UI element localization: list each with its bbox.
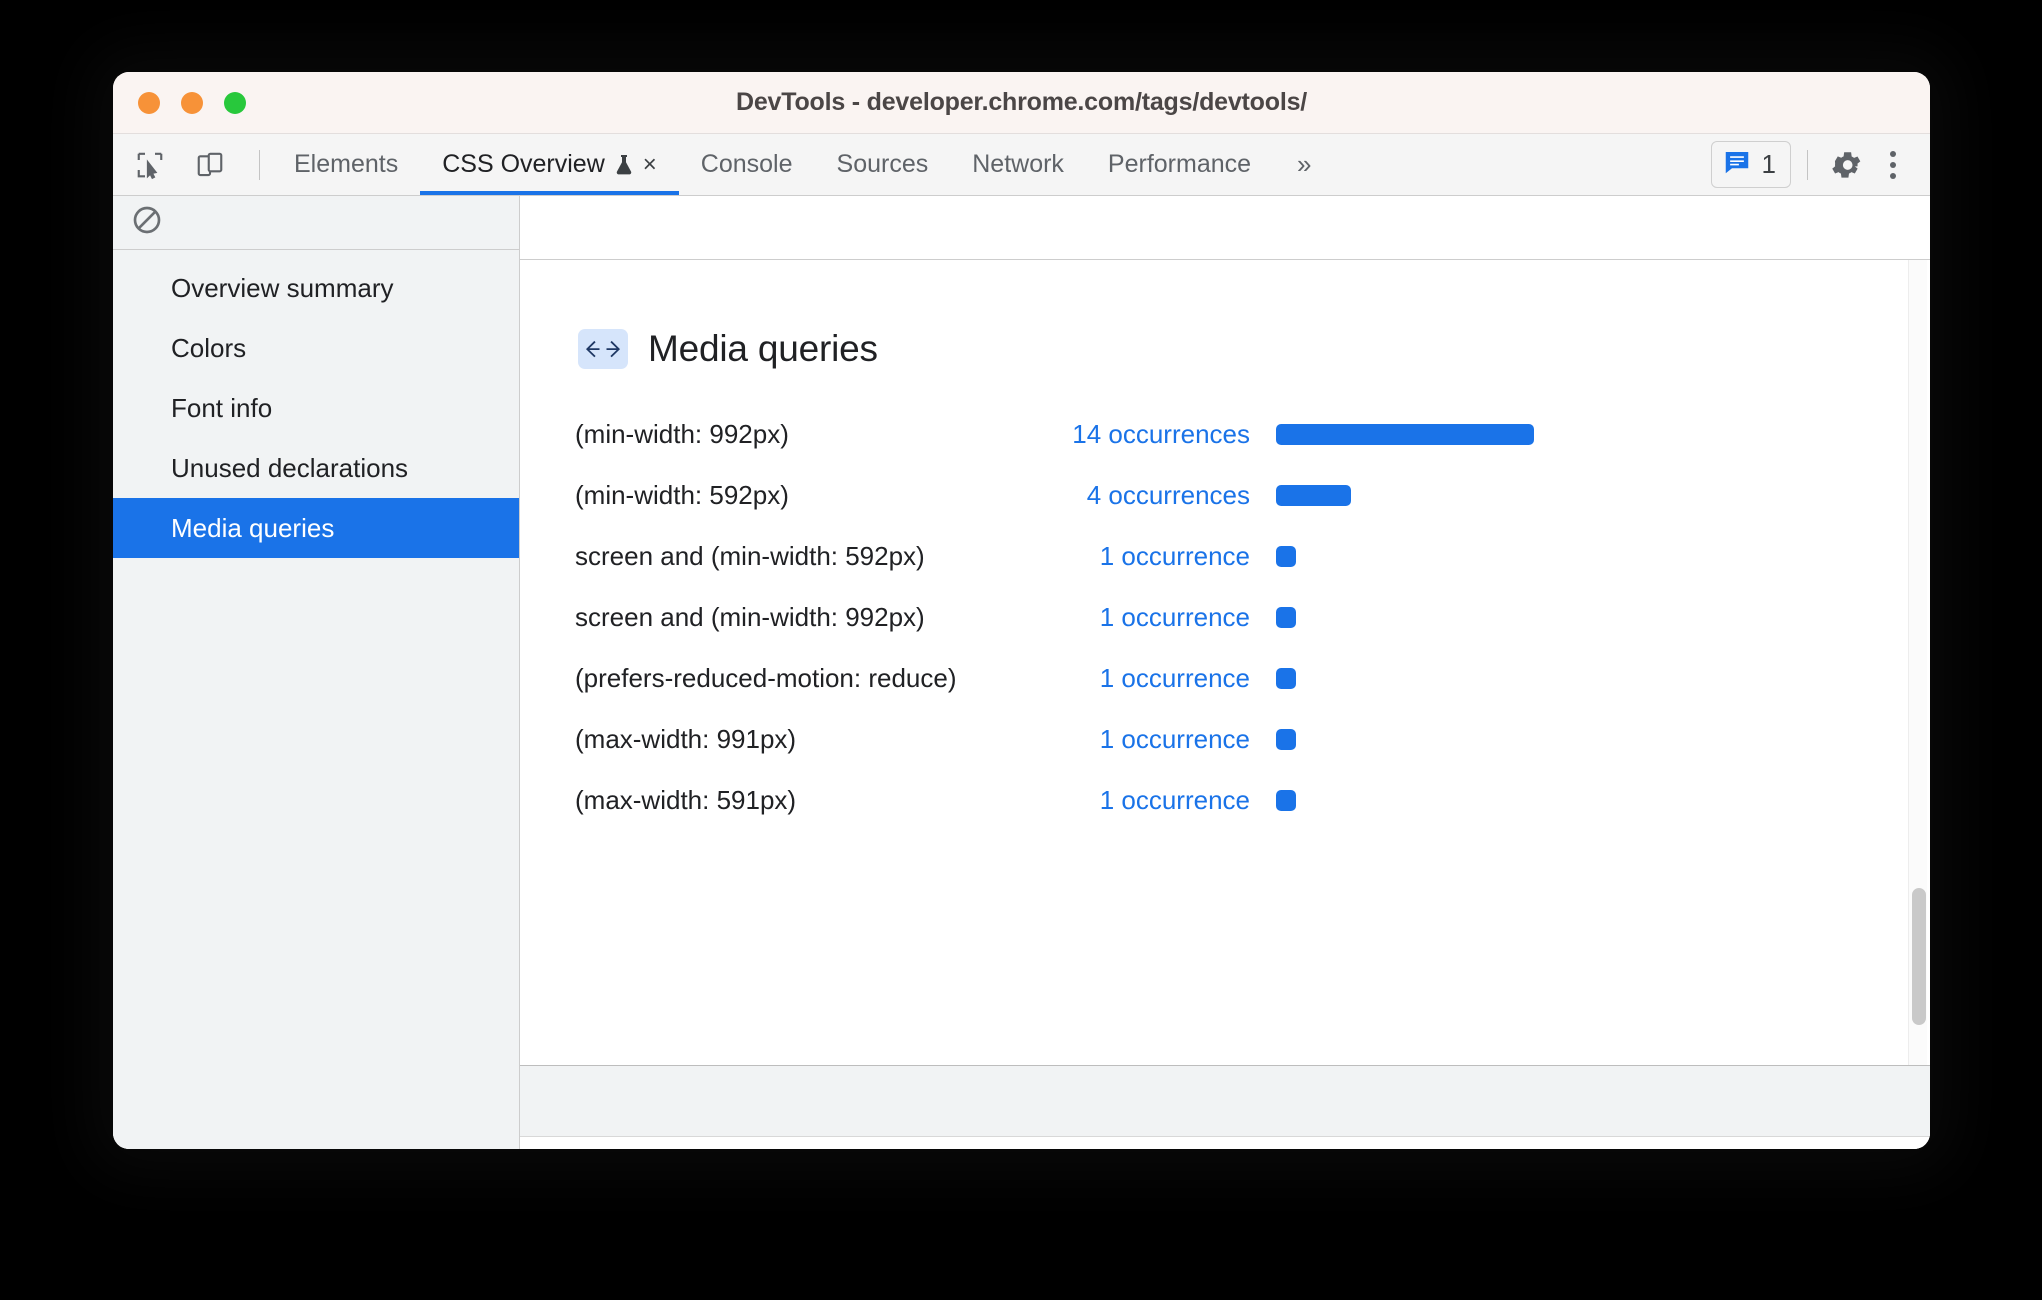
media-query-text: screen and (min-width: 592px) [575, 541, 925, 571]
tab-console[interactable]: Console [679, 134, 815, 195]
clear-overview-icon[interactable] [131, 204, 163, 241]
occurrence-bar-cell [1250, 790, 1296, 811]
tab-performance-label: Performance [1107, 150, 1252, 178]
console-message-count: 1 [1761, 149, 1776, 179]
table-row[interactable]: screen and (min-width: 592px) 1 occurren… [520, 526, 1930, 587]
window-titlebar: DevTools - developer.chrome.com/tags/dev… [113, 72, 1930, 134]
occurrence-bar [1276, 668, 1296, 689]
sidebar-item-overview-summary[interactable]: Overview summary [113, 258, 519, 318]
device-toolbar-icon[interactable] [187, 142, 233, 188]
occurrence-count-link[interactable]: 14 occurrences [1000, 419, 1250, 450]
devtools-window: DevTools - developer.chrome.com/tags/dev… [113, 72, 1930, 1149]
table-row[interactable]: (max-width: 591px) 1 occurrence [520, 770, 1930, 831]
media-query-text: (prefers-reduced-motion: reduce) [575, 663, 957, 693]
occurrence-bar [1276, 607, 1296, 628]
window-title: DevTools - developer.chrome.com/tags/dev… [735, 88, 1308, 116]
scrollbar-thumb[interactable] [1912, 888, 1926, 1025]
media-queries-scroll-area[interactable]: Media queries (min-width: 992px) 14 occu… [520, 260, 1930, 1065]
css-overview-content: Media queries (min-width: 992px) 14 occu… [520, 196, 1930, 1149]
occurrence-count-link[interactable]: 1 occurrence [1000, 602, 1250, 633]
media-query-text: (max-width: 591px) [575, 785, 797, 815]
sidebar-item-label: Font info [171, 392, 273, 423]
gear-icon[interactable] [1824, 142, 1870, 188]
tab-css-overview[interactable]: CSS Overview × [420, 134, 679, 195]
drawer-bottom-strip [520, 1137, 1930, 1149]
tabbar-right-tools: 1 [1710, 134, 1930, 195]
tab-css-overview-label: CSS Overview [442, 150, 605, 178]
panel-tabs: Elements CSS Overview × Console Sources [272, 134, 1273, 195]
tab-console-label: Console [700, 150, 793, 178]
sidebar-item-label: Media queries [171, 512, 335, 543]
occurrence-bar-cell [1250, 607, 1296, 628]
media-query-text: (min-width: 592px) [575, 480, 789, 510]
occurrence-bar-cell [1250, 668, 1296, 689]
vertical-scrollbar[interactable] [1908, 260, 1927, 1065]
sidebar-item-label: Colors [171, 332, 247, 363]
devtools-body: Overview summary Colors Font info Unused… [113, 196, 1930, 1149]
occurrence-count-link[interactable]: 1 occurrence [1000, 785, 1250, 816]
occurrence-bar [1276, 546, 1296, 567]
table-row[interactable]: screen and (min-width: 992px) 1 occurren… [520, 587, 1930, 648]
left-right-arrow-icon [578, 329, 628, 369]
dot-3 [1890, 172, 1896, 179]
tab-network[interactable]: Network [950, 134, 1086, 195]
console-message-icon [1722, 147, 1752, 182]
tab-sources[interactable]: Sources [815, 134, 951, 195]
occurrence-count-link[interactable]: 1 occurrence [1000, 541, 1250, 572]
occurrence-bar-cell [1250, 546, 1296, 567]
more-tabs-icon[interactable]: » [1273, 134, 1335, 195]
occurrence-count-link[interactable]: 1 occurrence [1000, 663, 1250, 694]
tab-elements-label: Elements [294, 150, 399, 178]
sidebar-item-colors[interactable]: Colors [113, 318, 519, 378]
devtools-tabbar: Elements CSS Overview × Console Sources [113, 134, 1930, 196]
table-row[interactable]: (max-width: 991px) 1 occurrence [520, 709, 1930, 770]
sidebar-item-unused-declarations[interactable]: Unused declarations [113, 438, 519, 498]
occurrence-count-link[interactable]: 1 occurrence [1000, 724, 1250, 755]
close-tab-icon[interactable]: × [643, 152, 657, 177]
occurrence-bar-cell [1250, 729, 1296, 750]
drawer-panel [520, 1065, 1930, 1137]
dot-2 [1890, 161, 1896, 168]
inspect-element-icon[interactable] [127, 142, 173, 188]
occurrence-bar [1276, 424, 1534, 445]
sidebar-item-media-queries[interactable]: Media queries [113, 498, 519, 558]
tab-performance[interactable]: Performance [1086, 134, 1273, 195]
tab-elements[interactable]: Elements [272, 134, 420, 195]
toolbar-divider [259, 149, 260, 180]
occurrence-bar [1276, 485, 1351, 506]
experiment-flask-icon [614, 153, 634, 177]
sidebar-item-font-info[interactable]: Font info [113, 378, 519, 438]
table-row[interactable]: (min-width: 592px) 4 occurrences [520, 465, 1930, 526]
content-top-strip [520, 196, 1930, 260]
sidebar-item-label: Overview summary [171, 272, 394, 303]
page-title: Media queries [648, 328, 878, 369]
occurrence-bar [1276, 729, 1296, 750]
dot-1 [1890, 150, 1896, 157]
tabbar-right-divider [1807, 149, 1808, 180]
media-query-text: (max-width: 991px) [575, 724, 797, 754]
table-row[interactable]: (prefers-reduced-motion: reduce) 1 occur… [520, 648, 1930, 709]
sidebar-toolbar [113, 196, 519, 250]
sidebar-item-label: Unused declarations [171, 452, 409, 483]
tab-network-label: Network [972, 150, 1064, 178]
screen-root: DevTools - developer.chrome.com/tags/dev… [0, 0, 2042, 1300]
panel-header: Media queries [520, 260, 1930, 370]
table-row[interactable]: (min-width: 992px) 14 occurrences [520, 404, 1930, 465]
occurrence-count-link[interactable]: 4 occurrences [1000, 480, 1250, 511]
media-queries-list: (min-width: 992px) 14 occurrences (min-w… [520, 370, 1930, 831]
tab-sources-label: Sources [836, 150, 929, 178]
console-messages-button[interactable]: 1 [1710, 141, 1791, 188]
media-query-text: screen and (min-width: 992px) [575, 602, 925, 632]
more-options-icon[interactable] [1874, 141, 1912, 189]
occurrence-bar-cell [1250, 424, 1534, 445]
occurrence-bar-cell [1250, 485, 1351, 506]
tabbar-left-tools [113, 134, 272, 195]
media-query-text: (min-width: 992px) [575, 419, 789, 449]
occurrence-bar [1276, 790, 1296, 811]
css-overview-sidebar: Overview summary Colors Font info Unused… [113, 196, 520, 1149]
sidebar-item-list: Overview summary Colors Font info Unused… [113, 250, 519, 558]
